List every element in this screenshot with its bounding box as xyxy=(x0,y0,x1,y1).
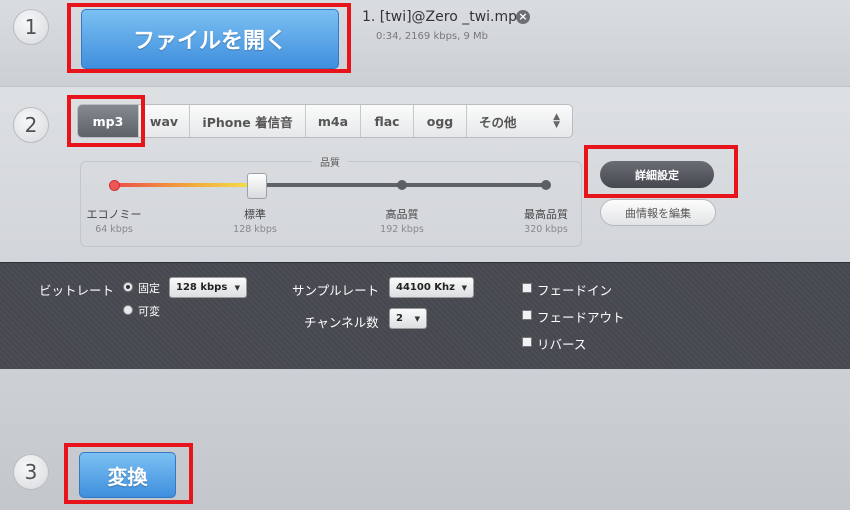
quality-slider-thumb[interactable] xyxy=(247,173,267,199)
updown-arrows-icon: ▲ ▼ xyxy=(553,112,560,130)
highlight-mp3-tab xyxy=(67,95,145,147)
quality-stop-highest[interactable] xyxy=(541,180,551,190)
format-tabs: mp3 wav iPhone 着信音 m4a flac ogg その他 ▲ ▼ xyxy=(77,104,573,138)
quality-kbps-standard: 128 kbps xyxy=(233,224,277,235)
quality-title: 品質 xyxy=(312,154,348,169)
fade-out-checkbox[interactable] xyxy=(522,310,532,320)
quality-stop-high[interactable] xyxy=(397,180,407,190)
tab-flac[interactable]: flac xyxy=(361,105,414,137)
close-circle-icon[interactable]: × xyxy=(516,10,530,24)
quality-kbps-highest: 320 kbps xyxy=(524,224,568,235)
quality-slider-fill xyxy=(114,183,258,187)
bitrate-fixed-radio[interactable] xyxy=(123,282,133,292)
quality-label-high: 高品質 xyxy=(385,208,419,221)
edit-song-info-button[interactable]: 曲情報を編集 xyxy=(600,199,716,226)
step-number-2: 2 xyxy=(13,107,49,143)
bitrate-variable-radio[interactable] xyxy=(123,305,133,315)
tab-iphone-ringtone[interactable]: iPhone 着信音 xyxy=(190,105,306,137)
fade-out-label: フェードアウト xyxy=(537,310,625,325)
bitrate-label: ビットレート xyxy=(39,283,115,298)
tab-wav[interactable]: wav xyxy=(139,105,190,137)
samplerate-label: サンプルレート xyxy=(292,283,380,298)
channels-select[interactable]: 2 ▼ xyxy=(389,308,427,329)
tab-other[interactable]: その他 ▲ ▼ xyxy=(467,105,572,137)
bitrate-value: 128 kbps xyxy=(176,282,228,293)
step-number-1: 1 xyxy=(13,9,49,45)
quality-kbps-economy: 64 kbps xyxy=(95,224,133,235)
quality-kbps-high: 192 kbps xyxy=(380,224,424,235)
fade-in-checkbox[interactable] xyxy=(522,283,532,293)
highlight-open-file xyxy=(67,3,351,73)
bitrate-select[interactable]: 128 kbps ▼ xyxy=(169,277,247,298)
bitrate-variable-label: 可変 xyxy=(138,305,160,318)
highlight-advanced-settings xyxy=(584,145,738,198)
quality-label-standard: 標準 xyxy=(244,208,266,221)
tab-m4a[interactable]: m4a xyxy=(306,105,361,137)
dropdown-arrow-icon: ▼ xyxy=(414,314,420,323)
dropdown-arrow-icon: ▼ xyxy=(461,283,467,292)
dropdown-arrow-icon: ▼ xyxy=(234,283,240,292)
channels-label: チャンネル数 xyxy=(304,315,379,330)
fade-in-label: フェードイン xyxy=(537,283,613,298)
file-name: 1. [twi]@Zero _twi.mp4 xyxy=(362,9,526,25)
tab-ogg[interactable]: ogg xyxy=(414,105,467,137)
bitrate-fixed-label: 固定 xyxy=(138,282,160,295)
quality-label-economy: エコノミー xyxy=(86,208,142,221)
quality-label-highest: 最高品質 xyxy=(524,208,568,221)
quality-stop-economy[interactable] xyxy=(109,180,120,191)
channels-value: 2 xyxy=(396,313,403,324)
tab-other-label: その他 xyxy=(479,114,517,130)
samplerate-select[interactable]: 44100 Khz ▼ xyxy=(389,277,474,298)
highlight-convert xyxy=(64,443,193,504)
reverse-checkbox[interactable] xyxy=(522,337,532,347)
step-number-3: 3 xyxy=(13,454,49,490)
samplerate-value: 44100 Khz xyxy=(396,282,455,293)
file-meta: 0:34, 2169 kbps, 9 Mb xyxy=(376,31,489,42)
reverse-label: リバース xyxy=(537,337,587,352)
